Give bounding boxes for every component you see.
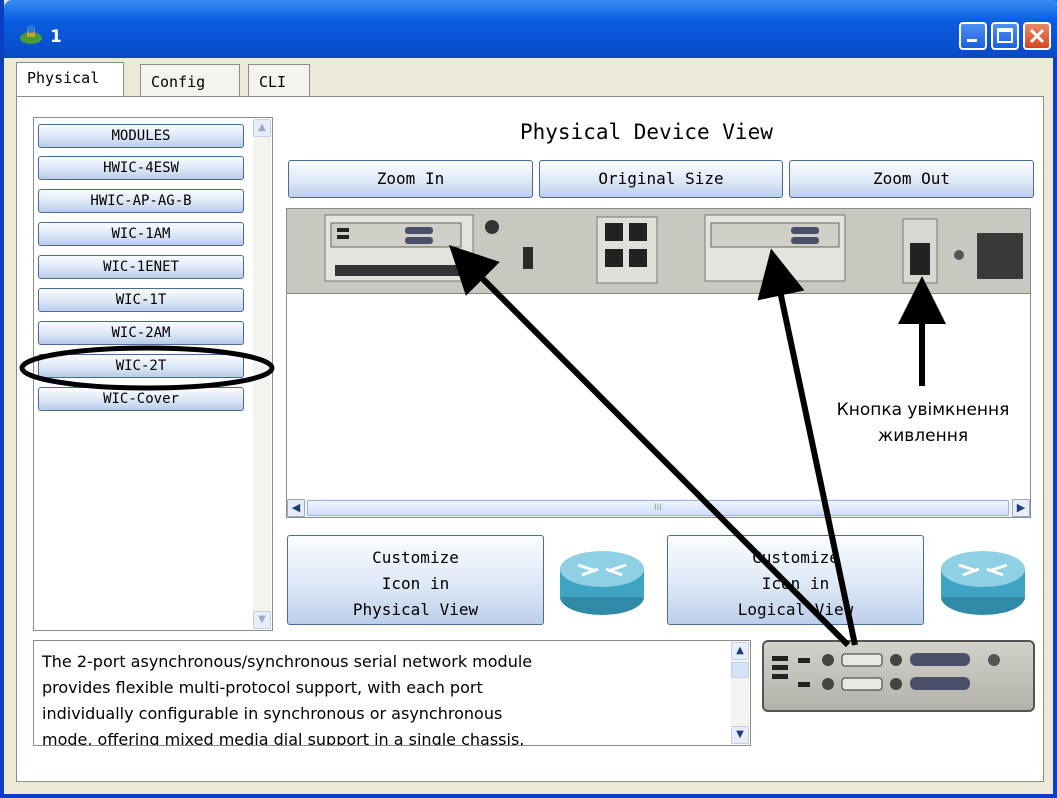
module-list-scrollbar[interactable]: ▲ ▼: [253, 119, 271, 629]
scroll-right-arrow[interactable]: ▶: [1012, 499, 1030, 517]
scroll-thumb[interactable]: III: [307, 500, 1009, 516]
device-view-area: ◀ III ▶: [286, 208, 1031, 518]
button-label-line: Customize: [372, 548, 459, 567]
customize-physical-view-button[interactable]: Customize Icon in Physical View: [287, 535, 544, 625]
wic-2t-module-image: [772, 653, 1000, 691]
module-item[interactable]: HWIC-AP-AG-B: [38, 189, 244, 213]
module-description-box[interactable]: The 2-port asynchronous/synchronous seri…: [33, 640, 751, 746]
minimize-icon: [967, 39, 977, 42]
window-title: 1: [50, 27, 62, 47]
tab-physical[interactable]: Physical: [16, 62, 124, 98]
button-label-line: Physical View: [352, 600, 479, 619]
module-item[interactable]: WIC-1ENET: [38, 255, 244, 279]
annotation-line: Кнопка увімкнення: [836, 400, 1010, 420]
close-button[interactable]: [1023, 22, 1051, 50]
maximize-icon: [997, 28, 1013, 43]
customize-logical-view-button[interactable]: Customize Icon in Logical View: [667, 535, 924, 625]
module-item[interactable]: WIC-2AM: [38, 321, 244, 345]
router-chassis-image[interactable]: [287, 209, 1030, 294]
description-scrollbar[interactable]: ▲ ▼: [731, 642, 749, 744]
router-icon: [941, 551, 1025, 615]
close-icon: [1029, 28, 1045, 44]
module-item[interactable]: WIC-1T: [38, 288, 244, 312]
power-button-annotation: Кнопка увімкнення живлення: [828, 400, 1018, 446]
router-icon: [560, 551, 644, 615]
title-bar[interactable]: 1: [4, 0, 1057, 58]
zoom-in-button[interactable]: Zoom In: [288, 160, 533, 198]
scroll-down-arrow[interactable]: ▼: [731, 726, 749, 744]
scroll-up-arrow[interactable]: ▲: [253, 119, 271, 137]
button-label-line: Logical View: [737, 600, 854, 619]
button-label-line: Icon in: [761, 574, 830, 593]
button-label-line: Icon in: [381, 574, 450, 593]
module-item[interactable]: HWIC-4ESW: [38, 156, 244, 180]
device-view-hscrollbar[interactable]: ◀ III ▶: [287, 499, 1030, 517]
module-item[interactable]: WIC-Cover: [38, 387, 244, 411]
physical-device-view-title: Physical Device View: [520, 120, 773, 144]
router-app-icon: [20, 25, 42, 44]
maximize-button[interactable]: [991, 22, 1019, 50]
scroll-left-arrow[interactable]: ◀: [287, 499, 305, 517]
scroll-thumb[interactable]: [731, 662, 749, 678]
button-label-line: Customize: [752, 548, 839, 567]
scroll-up-arrow[interactable]: ▲: [731, 642, 749, 660]
module-list-header[interactable]: MODULES: [38, 124, 244, 148]
scroll-down-arrow[interactable]: ▼: [253, 611, 271, 629]
module-description-text: The 2-port asynchronous/synchronous seri…: [42, 652, 533, 746]
original-size-button[interactable]: Original Size: [539, 160, 783, 198]
module-list: MODULES HWIC-4ESW HWIC-AP-AG-B WIC-1AM W…: [33, 117, 273, 631]
annotation-line: живлення: [877, 426, 969, 446]
module-thumbnail[interactable]: [762, 640, 1035, 712]
tab-cli[interactable]: CLI: [248, 64, 310, 96]
zoom-out-button[interactable]: Zoom Out: [789, 160, 1034, 198]
tab-config[interactable]: Config: [140, 64, 240, 96]
minimize-button[interactable]: [959, 22, 987, 50]
module-item-wic-2t[interactable]: WIC-2T: [38, 354, 244, 378]
module-item[interactable]: WIC-1AM: [38, 222, 244, 246]
